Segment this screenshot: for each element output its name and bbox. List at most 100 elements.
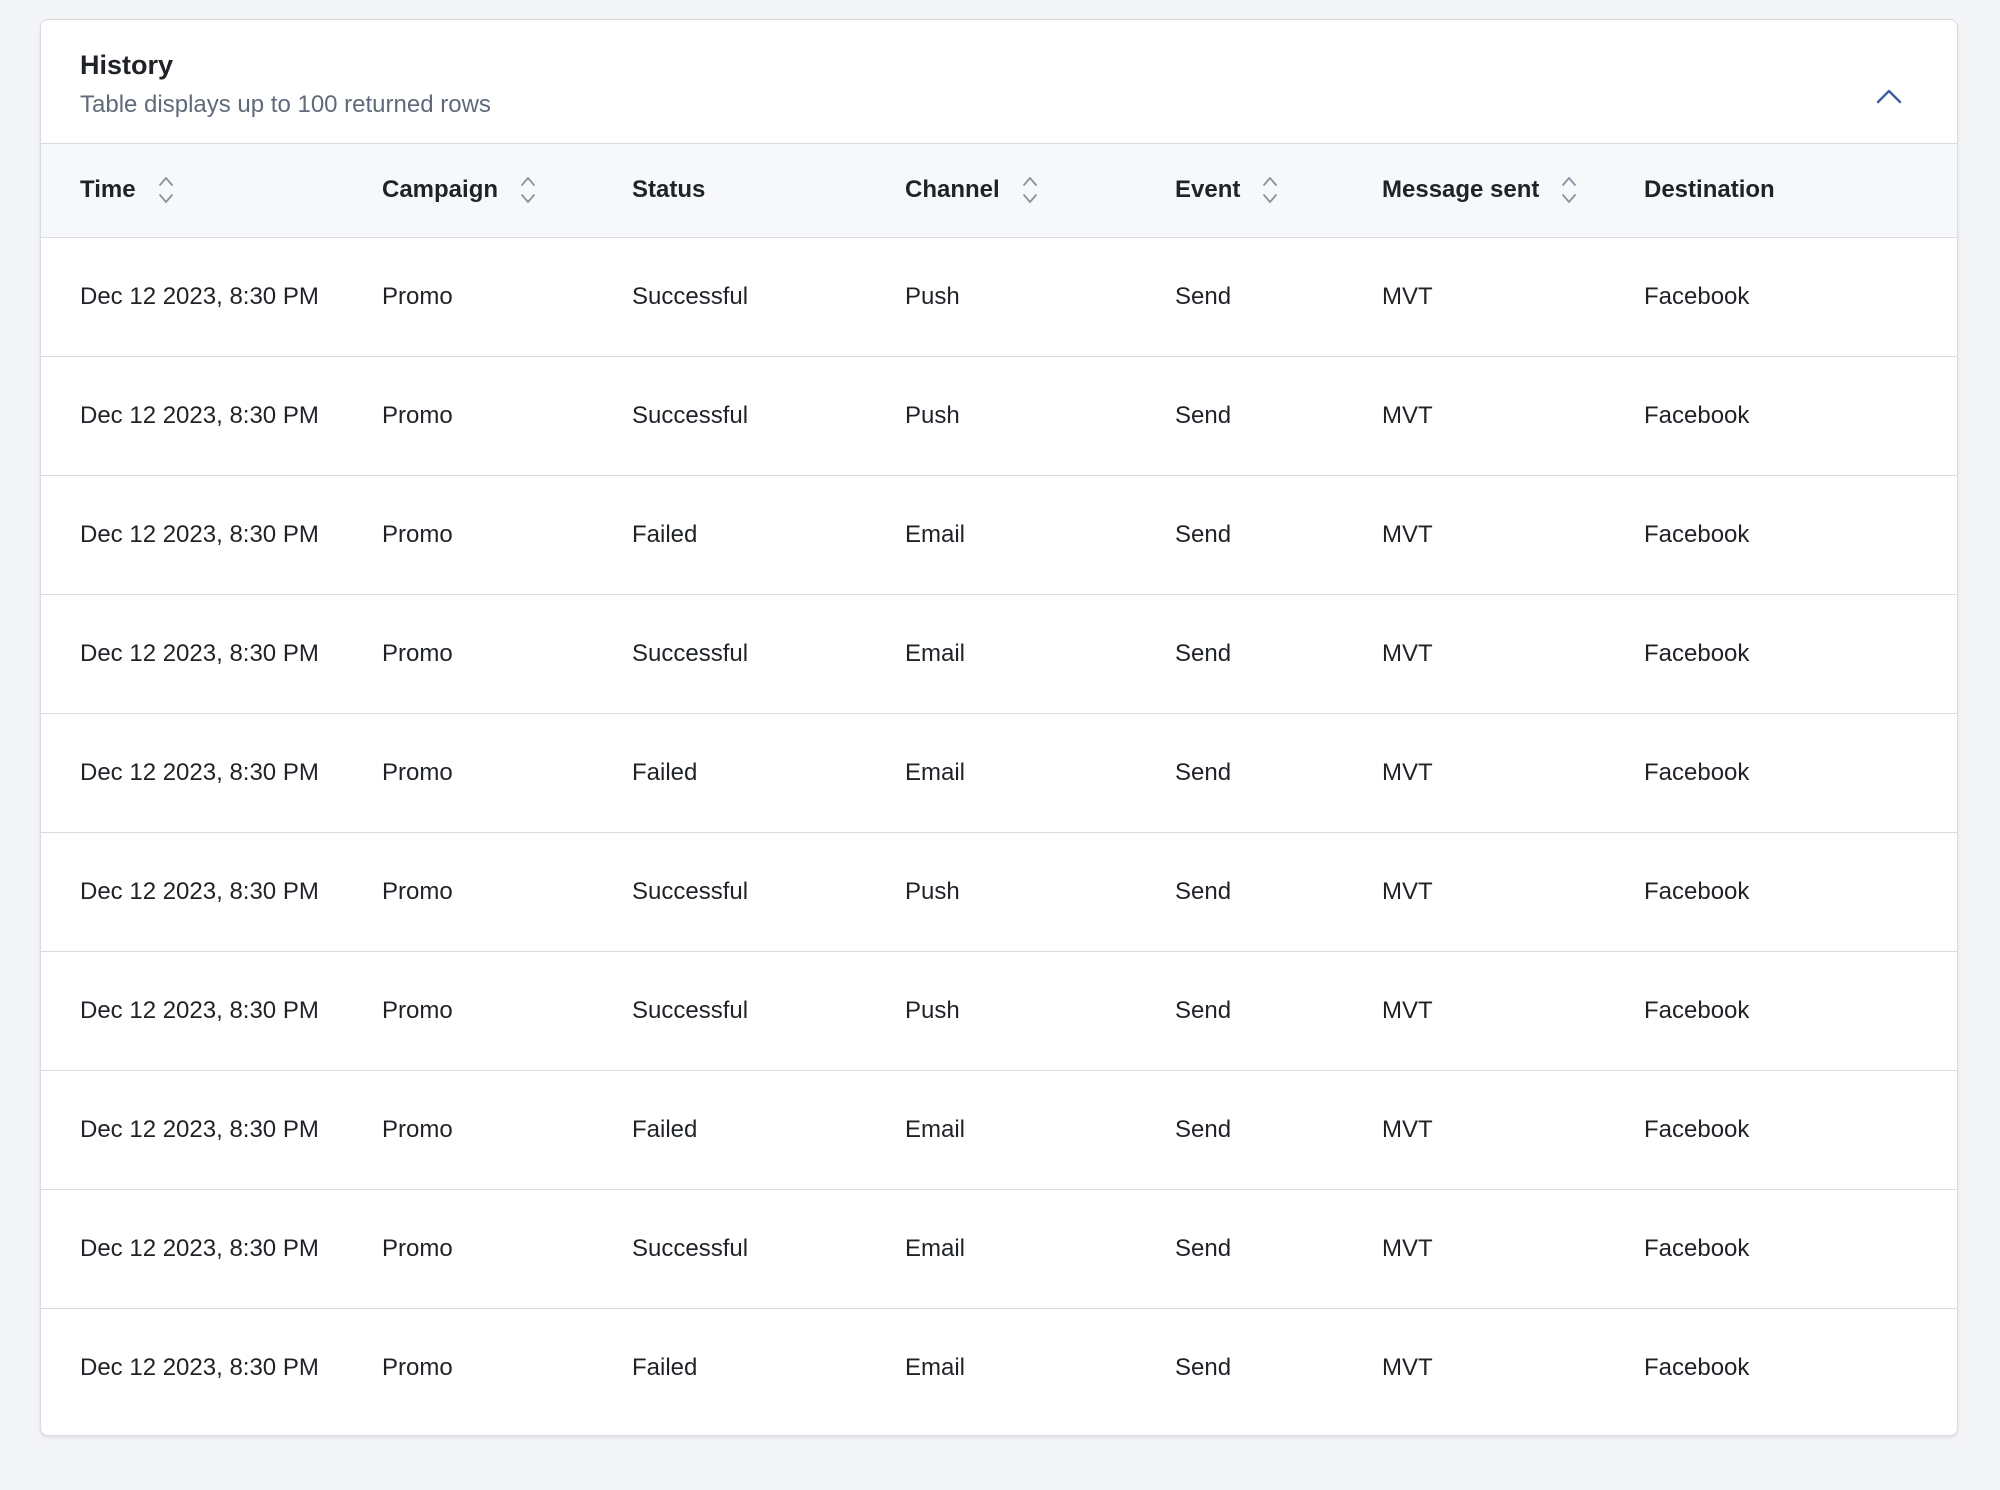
cell-campaign: Promo <box>382 1115 453 1143</box>
column-header-content: Campaign <box>382 173 538 207</box>
cell-campaign: Promo <box>382 282 453 310</box>
cell-event: Send <box>1175 1115 1232 1143</box>
cell-channel: Email <box>905 1115 966 1143</box>
sort-icon[interactable] <box>1559 173 1579 207</box>
cell-event: Send <box>1175 520 1232 548</box>
cell-time: Dec 12 2023, 8:30 PM <box>80 520 319 548</box>
cell-time: Dec 12 2023, 8:30 PM <box>80 1353 319 1381</box>
cell-event: Send <box>1175 877 1232 905</box>
cell-event: Send <box>1175 639 1232 667</box>
cell-event: Send <box>1175 282 1232 310</box>
sort-icon[interactable] <box>1260 173 1280 207</box>
cell-destination: Facebook <box>1644 1234 1750 1262</box>
column-header-label: Status <box>632 176 706 204</box>
column-header-label: Time <box>80 176 136 204</box>
column-header-content: Status <box>632 176 705 204</box>
column-header-event[interactable]: Event <box>1175 144 1382 237</box>
cell-event: Send <box>1175 401 1232 429</box>
table-row: Dec 12 2023, 8:30 PM Promo Successful Push S… <box>41 237 1957 356</box>
cell-message-sent: MVT <box>1382 1234 1433 1262</box>
cell-status: Successful <box>632 401 749 429</box>
cell-event: Send <box>1175 996 1232 1024</box>
column-header-channel[interactable]: Channel <box>905 144 1175 237</box>
sort-icon[interactable] <box>518 173 538 207</box>
history-table: Time Campaign Status Channel Event Message se… <box>41 144 1957 1427</box>
panel-header: History Table displays up to 100 returne… <box>41 20 1957 144</box>
column-header-content: Event <box>1175 173 1280 207</box>
cell-message-sent: MVT <box>1382 401 1433 429</box>
column-header-label: Channel <box>905 176 1000 204</box>
cell-status: Successful <box>632 639 749 667</box>
cell-campaign: Promo <box>382 401 453 429</box>
cell-message-sent: MVT <box>1382 520 1433 548</box>
cell-status: Failed <box>632 758 698 786</box>
cell-channel: Push <box>905 877 960 905</box>
column-header-content: Channel <box>905 173 1040 207</box>
cell-channel: Email <box>905 520 966 548</box>
chevron-up-icon <box>1876 89 1902 104</box>
cell-message-sent: MVT <box>1382 1115 1433 1143</box>
cell-channel: Push <box>905 996 960 1024</box>
cell-event: Send <box>1175 1234 1232 1262</box>
column-header-message-sent[interactable]: Message sent <box>1382 144 1644 237</box>
table-row: Dec 12 2023, 8:30 PM Promo Failed Email Send… <box>41 713 1957 832</box>
cell-time: Dec 12 2023, 8:30 PM <box>80 877 319 905</box>
panel-subtitle: Table displays up to 100 returned rows <box>80 91 491 118</box>
table-row: Dec 12 2023, 8:30 PM Promo Failed Email Send… <box>41 475 1957 594</box>
cell-message-sent: MVT <box>1382 996 1433 1024</box>
cell-destination: Facebook <box>1644 1115 1750 1143</box>
cell-channel: Email <box>905 758 966 786</box>
cell-time: Dec 12 2023, 8:30 PM <box>80 401 319 429</box>
table-row: Dec 12 2023, 8:30 PM Promo Failed Email Send… <box>41 1308 1957 1427</box>
table-row: Dec 12 2023, 8:30 PM Promo Successful Push S… <box>41 832 1957 951</box>
cell-channel: Email <box>905 1234 966 1262</box>
cell-destination: Facebook <box>1644 996 1750 1024</box>
cell-message-sent: MVT <box>1382 1353 1433 1381</box>
cell-status: Successful <box>632 1234 749 1262</box>
cell-campaign: Promo <box>382 996 453 1024</box>
cell-status: Failed <box>632 520 698 548</box>
cell-time: Dec 12 2023, 8:30 PM <box>80 758 319 786</box>
column-header-label: Event <box>1175 176 1241 204</box>
column-header-label: Message sent <box>1382 176 1540 204</box>
cell-time: Dec 12 2023, 8:30 PM <box>80 639 319 667</box>
cell-channel: Email <box>905 1353 966 1381</box>
column-header-campaign[interactable]: Campaign <box>382 144 632 237</box>
table-header: Time Campaign Status Channel Event Message se… <box>41 144 1957 237</box>
sort-icon[interactable] <box>156 173 176 207</box>
column-header-status: Status <box>632 144 905 237</box>
cell-status: Successful <box>632 282 749 310</box>
cell-channel: Push <box>905 401 960 429</box>
sort-icon[interactable] <box>1020 173 1040 207</box>
cell-campaign: Promo <box>382 1234 453 1262</box>
cell-time: Dec 12 2023, 8:30 PM <box>80 282 319 310</box>
cell-status: Successful <box>632 877 749 905</box>
cell-destination: Facebook <box>1644 520 1750 548</box>
cell-destination: Facebook <box>1644 639 1750 667</box>
cell-destination: Facebook <box>1644 877 1750 905</box>
table-row: Dec 12 2023, 8:30 PM Promo Successful Push S… <box>41 356 1957 475</box>
cell-message-sent: MVT <box>1382 758 1433 786</box>
column-header-content: Time <box>80 173 176 207</box>
cell-campaign: Promo <box>382 758 453 786</box>
cell-time: Dec 12 2023, 8:30 PM <box>80 1234 319 1262</box>
panel-title: History <box>80 50 174 80</box>
cell-destination: Facebook <box>1644 401 1750 429</box>
collapse-button[interactable] <box>1861 68 1917 124</box>
cell-status: Failed <box>632 1353 698 1381</box>
column-header-time[interactable]: Time <box>41 144 382 237</box>
cell-campaign: Promo <box>382 639 453 667</box>
cell-status: Successful <box>632 996 749 1024</box>
cell-destination: Facebook <box>1644 282 1750 310</box>
cell-status: Failed <box>632 1115 698 1143</box>
cell-message-sent: MVT <box>1382 639 1433 667</box>
cell-channel: Push <box>905 282 960 310</box>
cell-destination: Facebook <box>1644 758 1750 786</box>
table-row: Dec 12 2023, 8:30 PM Promo Failed Email Send… <box>41 1070 1957 1189</box>
column-header-label: Campaign <box>382 176 499 204</box>
column-header-destination: Destination <box>1644 144 1957 237</box>
column-header-content: Message sent <box>1382 173 1579 207</box>
cell-time: Dec 12 2023, 8:30 PM <box>80 1115 319 1143</box>
column-header-label: Destination <box>1644 176 1775 204</box>
table-row: Dec 12 2023, 8:30 PM Promo Successful Email… <box>41 594 1957 713</box>
